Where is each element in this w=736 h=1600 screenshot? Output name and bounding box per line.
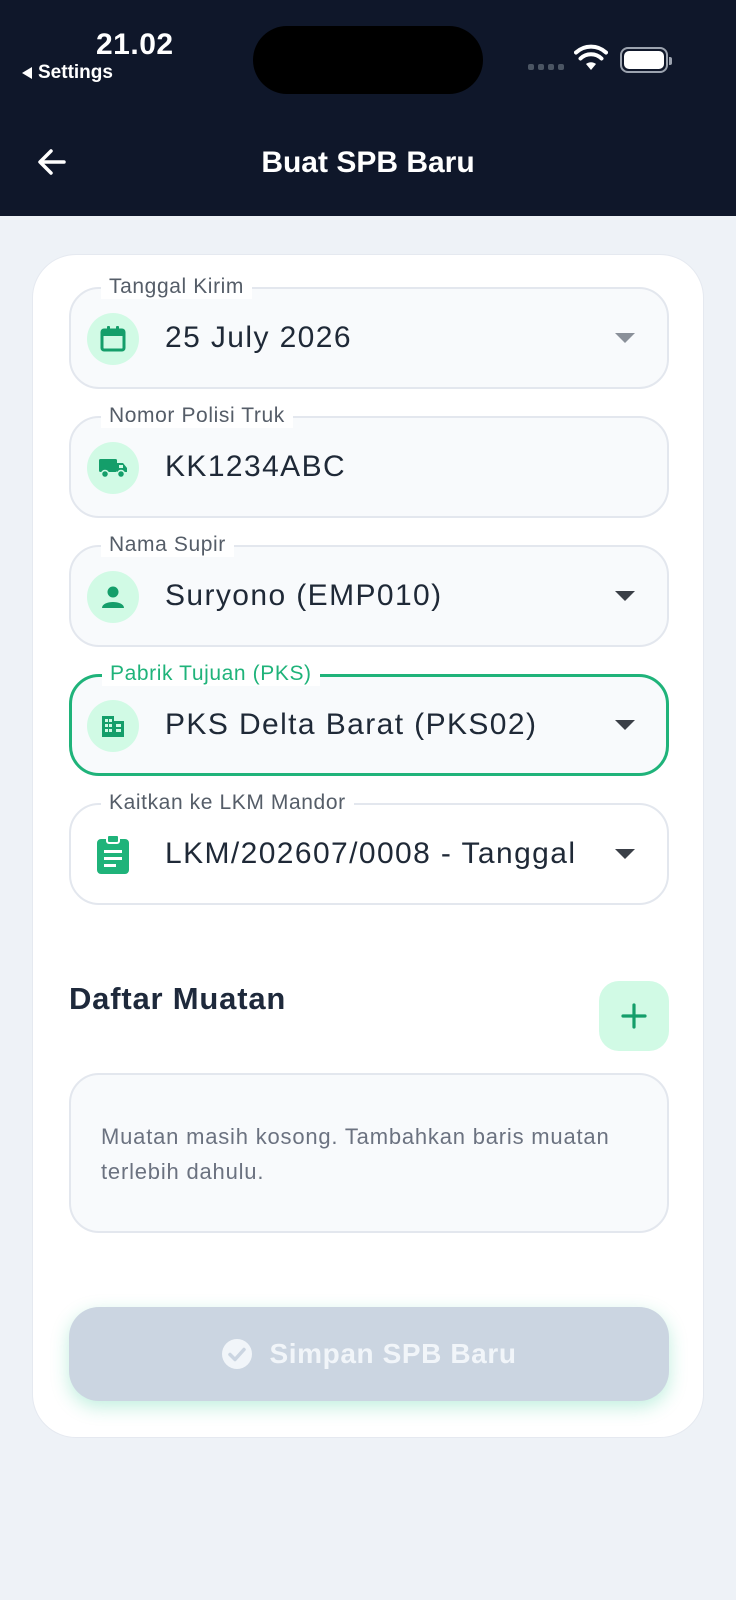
truck-icon <box>87 442 139 494</box>
chevron-down-icon <box>615 333 635 343</box>
tanggal-kirim-value: 25 July 2026 <box>165 321 352 354</box>
lkm-mandor-label: Kaitkan ke LKM Mandor <box>101 791 354 815</box>
person-icon <box>87 571 139 623</box>
plus-icon <box>621 1003 647 1029</box>
building-icon <box>87 700 139 752</box>
muatan-empty-state: Muatan masih kosong. Tambahkan baris mua… <box>69 1073 669 1233</box>
tanggal-kirim-field[interactable]: Tanggal Kirim 25 July 2026 <box>69 275 669 389</box>
status-back-label: Settings <box>38 62 113 83</box>
tanggal-kirim-label: Tanggal Kirim <box>101 275 253 299</box>
lkm-mandor-field[interactable]: Kaitkan ke LKM Mandor LKM/202607/0008 - … <box>69 791 669 905</box>
calendar-icon <box>87 313 139 365</box>
chevron-down-icon <box>615 591 635 601</box>
wifi-icon <box>574 44 608 70</box>
form-card: Tanggal Kirim 25 July 2026 Nomor Polisi … <box>32 254 704 1438</box>
cellular-signal-icon <box>528 64 564 70</box>
nama-supir-label: Nama Supir <box>101 533 234 557</box>
dynamic-island <box>253 26 483 94</box>
status-back-to-settings[interactable]: Settings <box>22 62 113 84</box>
pabrik-tujuan-value: PKS Delta Barat (PKS02) <box>165 708 538 741</box>
daftar-muatan-title: Daftar Muatan <box>69 981 287 1016</box>
muatan-empty-text: Muatan masih kosong. Tambahkan baris mua… <box>101 1124 610 1184</box>
add-muatan-button[interactable] <box>599 981 669 1051</box>
back-triangle-icon <box>22 67 32 79</box>
save-spb-button[interactable]: Simpan SPB Baru <box>69 1307 669 1401</box>
nama-supir-field[interactable]: Nama Supir Suryono (EMP010) <box>69 533 669 647</box>
nomor-polisi-value: KK1234ABC <box>165 450 347 483</box>
page-title: Buat SPB Baru <box>261 146 475 179</box>
nama-supir-value: Suryono (EMP010) <box>165 579 443 612</box>
pabrik-tujuan-field[interactable]: Pabrik Tujuan (PKS) PKS Delta Barat (PKS… <box>69 662 669 776</box>
save-spb-label: Simpan SPB Baru <box>269 1338 517 1369</box>
check-circle-icon <box>222 1339 253 1369</box>
chevron-down-icon <box>615 849 635 859</box>
clipboard-icon <box>93 831 133 879</box>
nomor-polisi-field[interactable]: Nomor Polisi Truk KK1234ABC <box>69 404 669 518</box>
status-time: 21.02 <box>96 28 174 61</box>
chevron-down-icon <box>615 720 635 730</box>
lkm-mandor-value: LKM/202607/0008 - Tanggal <box>165 837 577 870</box>
top-bar: 21.02 Settings Buat SPB Baru <box>0 0 736 216</box>
pabrik-tujuan-label: Pabrik Tujuan (PKS) <box>102 662 320 686</box>
battery-icon <box>620 47 672 73</box>
nomor-polisi-label: Nomor Polisi Truk <box>101 404 293 428</box>
